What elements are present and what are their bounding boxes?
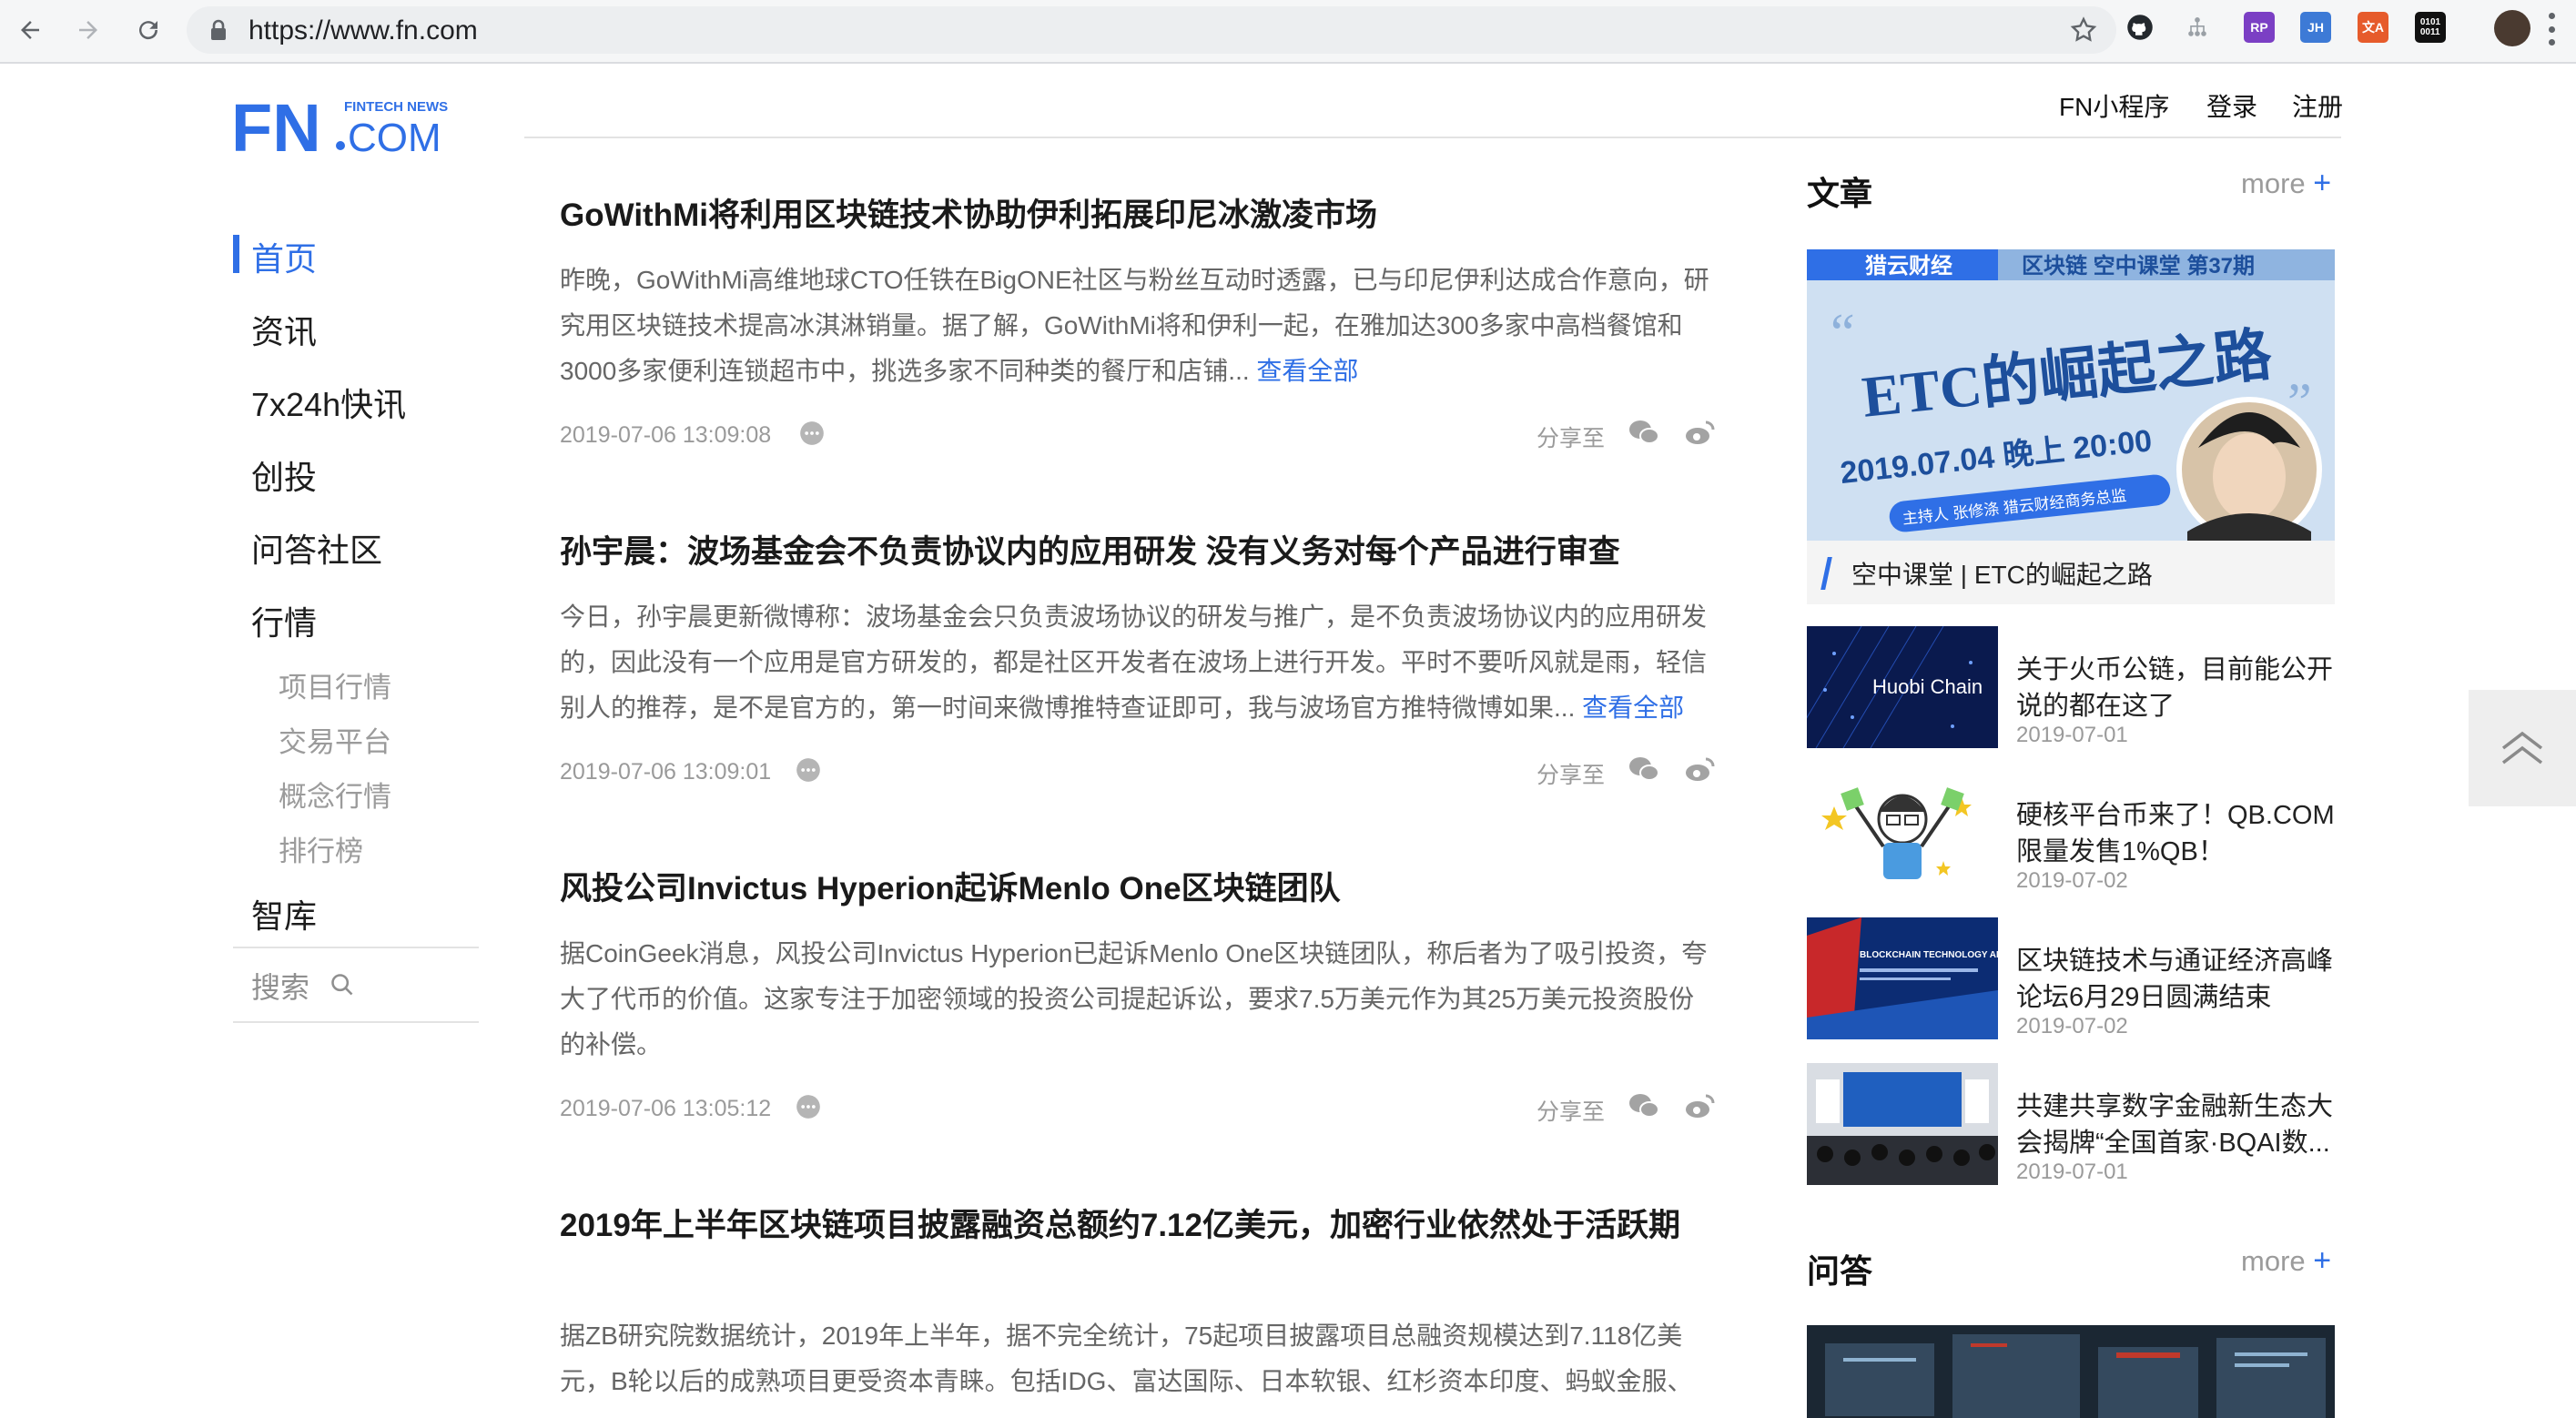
article-title[interactable]: 孙宇晨：波场基金会不负责协议内的应用研发 没有义务对每个产品进行审查	[560, 530, 1725, 575]
feature-brand: 猎云财经	[1865, 253, 1952, 279]
lock-icon	[211, 19, 226, 40]
nav-item-library[interactable]: 智库	[251, 890, 317, 937]
nav-sub-project-market[interactable]: 项目行情	[279, 664, 391, 705]
nav-item-qa[interactable]: 问答社区	[251, 524, 382, 572]
article-summary: 据ZB研究院数据统计，2019年上半年，据不完全统计，75起项目披露项目总融资规…	[560, 1322, 1693, 1395]
nav-item-venture[interactable]: 创投	[251, 451, 317, 499]
read-more-link[interactable]: 查看全部	[1582, 694, 1684, 722]
weibo-icon[interactable]	[1684, 1092, 1717, 1119]
bookmark-star-icon[interactable]	[2069, 15, 2098, 45]
side-article-date: 2019-07-02	[2016, 868, 2128, 893]
search-icon[interactable]	[330, 972, 355, 998]
logo-fn-text: FN	[231, 91, 321, 164]
side-article-title[interactable]: 关于火币公链，目前能公开说的都在这了	[2016, 652, 2344, 724]
browser-menu-icon[interactable]	[2549, 13, 2556, 46]
address-bar[interactable]: https://www.fn.com	[187, 6, 2116, 54]
read-more-link[interactable]: 查看全部	[1256, 357, 1358, 385]
article-date: 2019-07-06 13:09:01	[560, 759, 772, 785]
nav-item-market[interactable]: 行情	[251, 597, 317, 644]
qa-banner-image[interactable]	[1807, 1325, 2335, 1418]
translate-extension-icon[interactable]: 文A	[2358, 12, 2388, 43]
thumb-text: BLOCKCHAIN TECHNOLOGY AND TOKEN ECONOMY	[1860, 950, 1998, 960]
side-article-date: 2019-07-01	[2016, 723, 2128, 747]
share-label: 分享至	[1536, 426, 1606, 451]
double-chevron-up-icon	[2501, 731, 2543, 765]
weibo-icon[interactable]	[1684, 419, 1717, 446]
side-article-title[interactable]: 硬核平台币来了！QB.COM限量发售1%QB！	[2016, 797, 2344, 870]
logo-tagline: FINTECH NEWS	[344, 99, 448, 115]
nav-sub-concept[interactable]: 概念行情	[279, 774, 391, 815]
login-link[interactable]: 登录	[2206, 87, 2257, 124]
nav-search-label[interactable]: 搜索	[251, 965, 309, 1007]
register-link[interactable]: 注册	[2292, 87, 2343, 124]
side-article-date: 2019-07-02	[2016, 1014, 2128, 1038]
wechat-icon[interactable]	[1628, 755, 1660, 783]
nav-item-news[interactable]: 资讯	[251, 306, 317, 353]
article-summary: 昨晚，GoWithMi高维地球CTO任铁在BigONE社区与粉丝互动时透露，已与…	[560, 266, 1709, 385]
article-title[interactable]: GoWithMi将利用区块链技术协助伊利拓展印尼冰激凌市场	[560, 193, 1725, 238]
side-article-title[interactable]: 共建共享数字金融新生态大会揭牌“全国首家·BQAI数...	[2016, 1089, 2344, 1161]
qa-more-link[interactable]: more +	[2241, 1243, 2331, 1279]
article-title[interactable]: 风投公司Invictus Hyperion起诉Menlo One区块链团队	[560, 866, 1725, 912]
browser-toolbar: https://www.fn.com RP JH 文A 0101 0011	[0, 0, 2576, 64]
rp-extension-icon[interactable]: RP	[2244, 12, 2275, 43]
share-label: 分享至	[1536, 1099, 1606, 1125]
svg-text:“: “	[1831, 303, 1855, 363]
feature-caption[interactable]: 空中课堂 | ETC的崛起之路	[1851, 555, 2153, 592]
side-article-thumbnail[interactable]	[1807, 770, 1998, 892]
qa-section-title: 问答	[1807, 1252, 1873, 1290]
nav-sub-ranking[interactable]: 排行榜	[279, 828, 363, 869]
tree-icon[interactable]	[2182, 12, 2213, 43]
wechat-icon[interactable]	[1628, 1092, 1660, 1119]
comment-icon[interactable]	[796, 757, 821, 783]
mini-program-link[interactable]: FN小程序	[2059, 87, 2169, 124]
side-article-thumbnail[interactable]: BLOCKCHAIN TECHNOLOGY AND TOKEN ECONOMY	[1807, 917, 1998, 1039]
reload-icon[interactable]	[127, 9, 169, 51]
articles-more-link[interactable]: more +	[2241, 166, 2331, 201]
articles-section-title: 文章	[1807, 175, 1873, 212]
back-to-top-button[interactable]	[2469, 690, 2576, 806]
nav-item-home[interactable]: 首页	[251, 233, 317, 280]
article-summary: 据CoinGeek消息，风投公司Invictus Hyperion已起诉Menl…	[560, 939, 1708, 1058]
comment-icon[interactable]	[796, 1094, 821, 1119]
comment-icon[interactable]	[799, 420, 825, 446]
side-article-title[interactable]: 区块链技术与通证经济高峰论坛6月29日圆满结束	[2016, 943, 2344, 1016]
wechat-icon[interactable]	[1628, 419, 1660, 446]
nav-divider	[233, 947, 479, 948]
nav-active-indicator	[233, 235, 239, 273]
binary-extension-icon[interactable]: 0101 0011	[2415, 12, 2446, 43]
share-label: 分享至	[1536, 763, 1606, 788]
back-arrow-icon[interactable]	[9, 9, 51, 51]
feature-series: 区块链 空中课堂 第37期	[2022, 253, 2255, 279]
side-article-date: 2019-07-01	[2016, 1160, 2128, 1184]
article-date: 2019-07-06 13:09:08	[560, 422, 772, 448]
side-article-thumbnail[interactable]: Huobi Chain	[1807, 626, 1998, 748]
article-summary: 今日，孙宇晨更新微博称：波场基金会只负责波场协议的研发与推广，是不负责波场协议内…	[560, 603, 1708, 722]
url-text: https://www.fn.com	[248, 15, 478, 46]
article-title[interactable]: 2019年上半年区块链项目披露融资总额约7.12亿美元，加密行业依然处于活跃期	[560, 1203, 1725, 1249]
profile-avatar[interactable]	[2494, 10, 2530, 46]
thumb-text: Huobi Chain	[1872, 675, 1983, 698]
logo-com-text: COM	[348, 116, 441, 160]
github-icon[interactable]	[2125, 12, 2155, 43]
header-divider	[524, 137, 2341, 138]
nav-item-flash[interactable]: 7x24h快讯	[251, 379, 406, 426]
nav-sub-exchange[interactable]: 交易平台	[279, 719, 391, 760]
weibo-icon[interactable]	[1684, 755, 1717, 783]
side-article-thumbnail[interactable]	[1807, 1063, 1998, 1185]
site-logo[interactable]: FN COM FINTECH NEWS	[231, 91, 461, 164]
jh-extension-icon[interactable]: JH	[2300, 12, 2331, 43]
forward-arrow-icon[interactable]	[67, 9, 109, 51]
feature-banner-image[interactable]: 猎云财经 区块链 空中课堂 第37期 “ ETC的崛起之路 ” 2019.07.…	[1807, 249, 2335, 541]
article-date: 2019-07-06 13:05:12	[560, 1096, 772, 1121]
nav-divider	[233, 1021, 479, 1023]
